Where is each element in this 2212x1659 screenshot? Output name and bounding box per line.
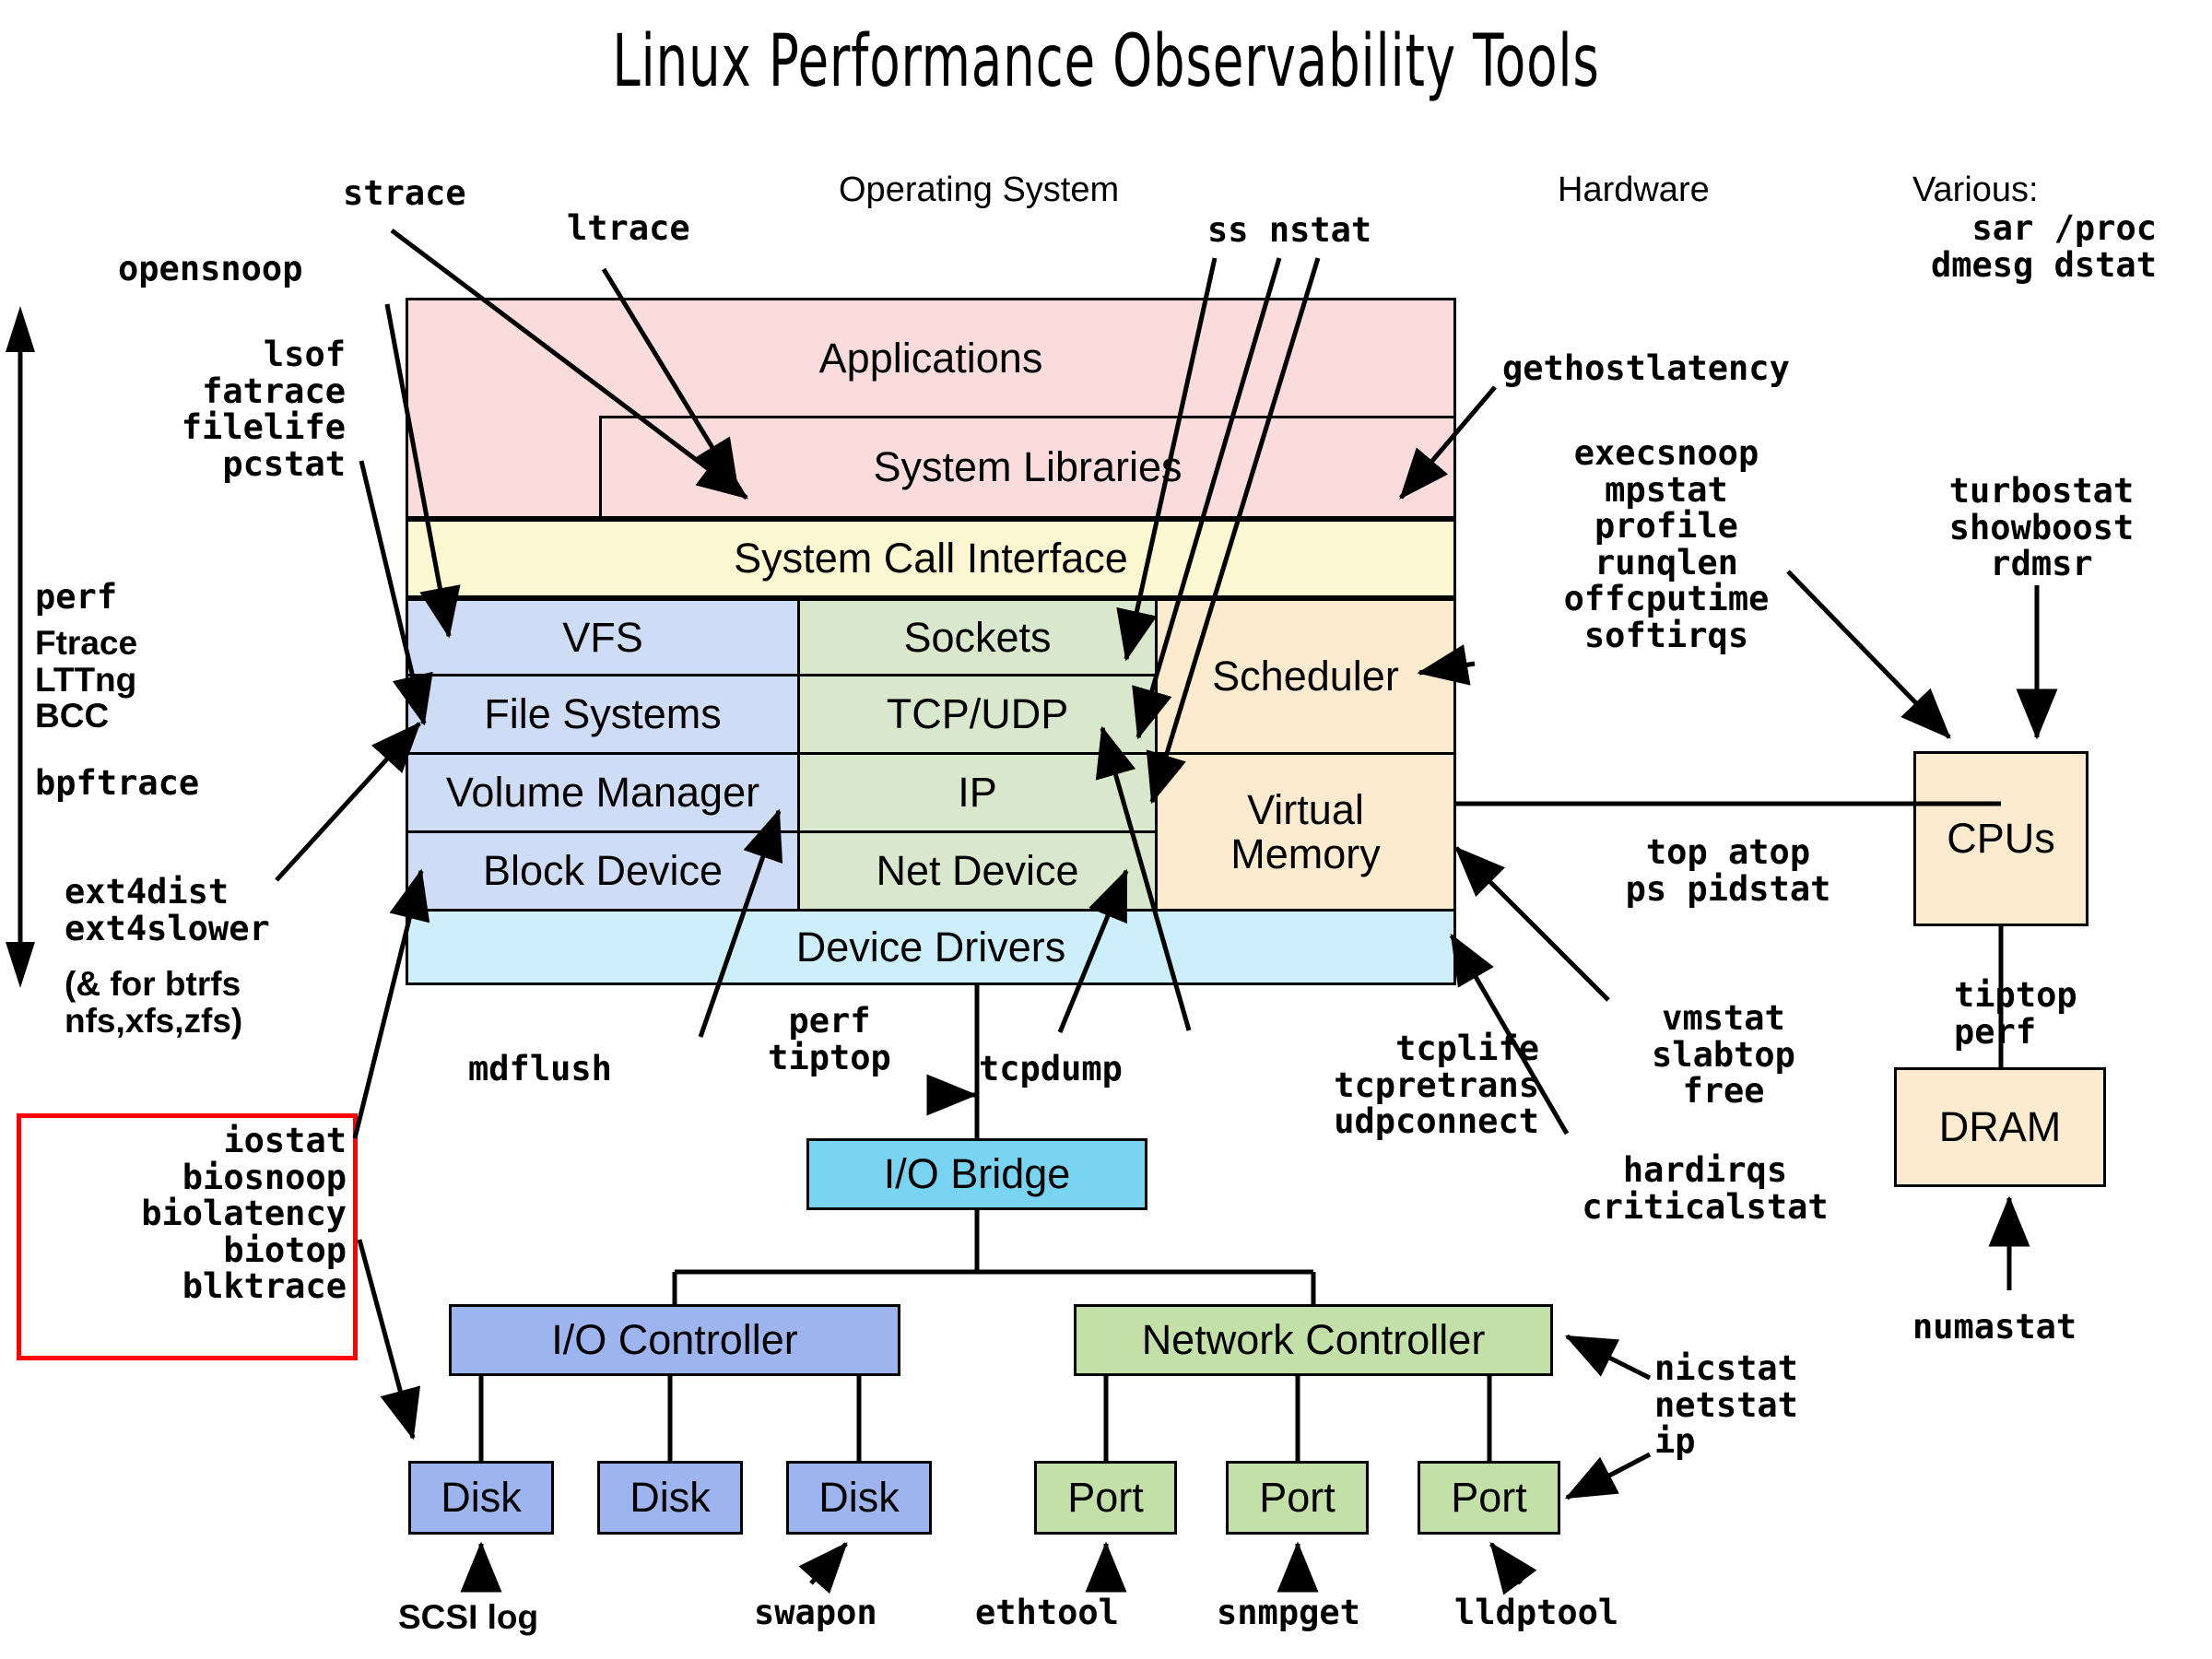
hardware-label-disk-1: Disk <box>441 1474 522 1522</box>
hardware-label-port-2: Port <box>1259 1474 1335 1522</box>
tool-label-cpu-tools: execsnoop mpstat profile runqlen offcput… <box>1563 433 1770 655</box>
hardware-box-port-2: Port <box>1226 1461 1369 1535</box>
hardware-box-disk-3: Disk <box>786 1461 932 1535</box>
stack-label-tcp-udp: TCP/UDP <box>886 690 1069 738</box>
stack-box-file-systems: File Systems <box>406 677 800 755</box>
tool-label-tcp-tools: tcplife tcpretrans udpconnect <box>1334 1029 1539 1142</box>
stack-divider-right-app <box>1453 416 1456 519</box>
stack-label-ip: IP <box>958 769 997 817</box>
tool-label-mdflush: mdflush <box>468 1049 612 1088</box>
tool-label-file-tools: lsof fatrace filelife pcstat <box>181 335 346 484</box>
stack-box-system-libraries: System Libraries <box>599 416 1456 519</box>
stack-box-block-device: Block Device <box>406 833 800 912</box>
tool-label-tracers: Ftrace LTTng BCC <box>35 624 138 735</box>
stack-label-vfs: VFS <box>562 613 643 661</box>
stack-label-block-device: Block Device <box>482 847 724 895</box>
tool-label-tcpdump: tcpdump <box>979 1049 1123 1088</box>
tool-label-perf-tracer: perf <box>35 577 118 617</box>
stack-label-applications: Applications <box>818 334 1043 382</box>
stack-label-net-device: Net Device <box>876 847 1079 895</box>
stack-label-system-libraries: System Libraries <box>873 443 1182 491</box>
hardware-box-disk-1: Disk <box>408 1461 554 1535</box>
tool-label-ext4-filesystems-note: (& for btrfs nfs,xfs,zfs) <box>65 965 243 1040</box>
stack-box-tcp-udp: TCP/UDP <box>800 677 1158 755</box>
stack-box-scheduler: Scheduler <box>1158 598 1456 755</box>
tool-label-top-tools: top atop ps pidstat <box>1625 832 1831 909</box>
hardware-box-network-controller: Network Controller <box>1074 1304 1553 1376</box>
tool-label-gethostlatency: gethostlatency <box>1502 348 1790 388</box>
stack-box-system-call-interface: System Call Interface <box>406 519 1456 598</box>
tool-label-strace: strace <box>343 173 466 213</box>
stack-box-applications: Applications <box>406 298 1456 416</box>
stack-box-applications-lower-left <box>406 416 599 519</box>
page-title: Linux Performance Observability Tools <box>612 20 1600 103</box>
tool-label-snmpget: snmpget <box>1217 1593 1360 1632</box>
hardware-label-dram: DRAM <box>1938 1103 2062 1151</box>
block-tools-label: iostat biosnoop biolatency biotop blktra… <box>141 1121 347 1307</box>
tool-label-ss-nstat: ss nstat <box>1207 210 1372 250</box>
stack-label-system-call-interface: System Call Interface <box>734 535 1128 582</box>
stack-label-scheduler: Scheduler <box>1212 653 1399 700</box>
stack-box-vfs: VFS <box>406 598 800 677</box>
range-arrow-down <box>6 942 35 988</box>
stack-label-volume-manager: Volume Manager <box>445 769 760 817</box>
tool-label-turbostat-tools: turbostat showboost rdmsr <box>1948 471 2135 584</box>
hardware-label-port-3: Port <box>1451 1474 1527 1522</box>
hardware-box-io-bridge: I/O Bridge <box>806 1138 1147 1210</box>
tool-label-hardirqs-tools: hardirqs criticalstat <box>1582 1150 1829 1227</box>
hardware-label-io-bridge: I/O Bridge <box>883 1150 1071 1198</box>
stack-box-virtual-memory: Virtual Memory <box>1158 755 1456 912</box>
diagram-canvas: Linux Performance Observability Tools Op… <box>0 0 2212 1659</box>
stack-box-sockets: Sockets <box>800 598 1158 677</box>
stack-label-file-systems: File Systems <box>484 690 722 738</box>
hardware-label-port-1: Port <box>1067 1474 1144 1522</box>
tool-label-tiptop-perf: tiptop perf <box>1954 975 2077 1052</box>
hardware-box-io-controller: I/O Controller <box>449 1304 900 1376</box>
section-header-various: Various: <box>1912 171 2039 209</box>
stack-label-virtual-memory: Virtual Memory <box>1230 786 1381 877</box>
hardware-box-dram: DRAM <box>1894 1067 2106 1187</box>
tool-label-vmstat-tools: vmstat slabtop free <box>1652 998 1795 1112</box>
stack-label-device-drivers: Device Drivers <box>795 923 1066 971</box>
tool-label-scsi-log: SCSI log <box>398 1598 539 1636</box>
tool-label-perf-tiptop: perf tiptop <box>768 1001 891 1077</box>
tool-label-opensnoop: opensnoop <box>118 249 303 288</box>
stack-label-sockets: Sockets <box>903 613 1052 661</box>
tool-label-bpftrace: bpftrace <box>35 763 200 803</box>
hardware-label-disk-3: Disk <box>818 1474 900 1522</box>
tool-label-swapon: swapon <box>754 1593 877 1632</box>
hardware-box-cpus: CPUs <box>1913 751 2088 926</box>
hardware-box-disk-2: Disk <box>597 1461 743 1535</box>
stack-box-net-device: Net Device <box>800 833 1158 912</box>
section-header-hardware: Hardware <box>1558 171 1710 209</box>
stack-box-device-drivers: Device Drivers <box>406 912 1456 985</box>
hardware-label-cpus: CPUs <box>1947 815 2055 863</box>
stack-box-ip: IP <box>800 755 1158 833</box>
hardware-box-port-3: Port <box>1418 1461 1560 1535</box>
tool-label-nicstat-tools: nicstat netstat ip <box>1654 1348 1798 1462</box>
stack-box-volume-manager: Volume Manager <box>406 755 800 833</box>
various-tools-label: sar /proc dmesg dstat <box>1930 208 2157 285</box>
tool-label-ltrace: ltrace <box>567 208 690 248</box>
hardware-label-disk-2: Disk <box>629 1474 711 1522</box>
tool-label-lldptool: lldptool <box>1454 1593 1619 1632</box>
tool-label-ethtool: ethtool <box>975 1593 1119 1632</box>
tool-label-ext4-tools: ext4dist ext4slower <box>65 872 270 948</box>
tool-label-numastat: numastat <box>1912 1307 2077 1347</box>
hardware-label-io-controller: I/O Controller <box>551 1316 798 1364</box>
section-header-operating-system: Operating System <box>839 171 1120 209</box>
hardware-box-port-1: Port <box>1034 1461 1177 1535</box>
hardware-label-network-controller: Network Controller <box>1141 1316 1486 1364</box>
